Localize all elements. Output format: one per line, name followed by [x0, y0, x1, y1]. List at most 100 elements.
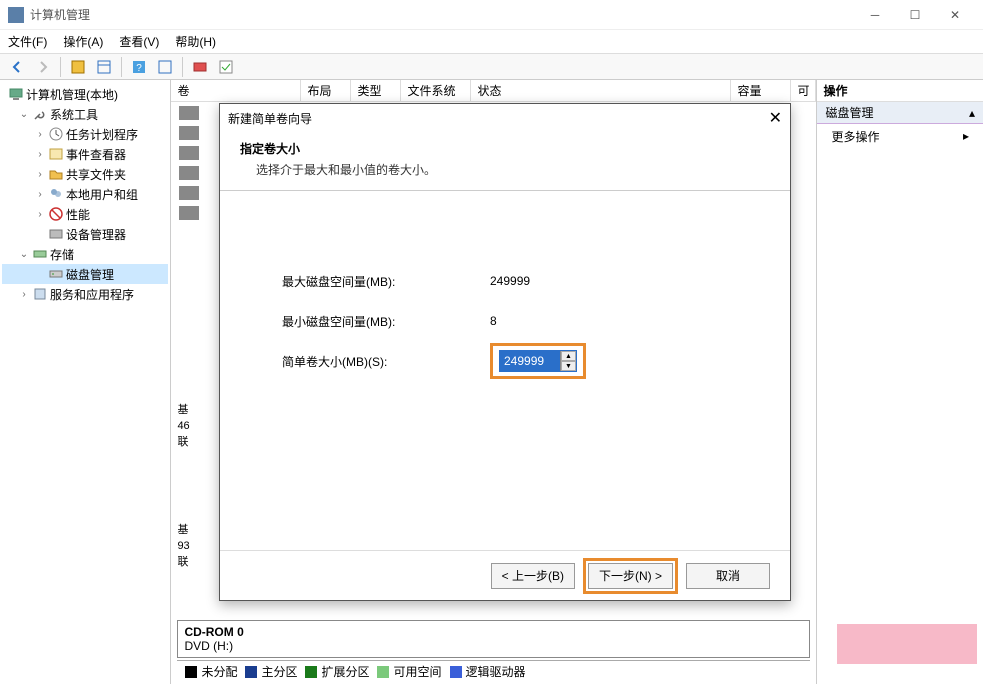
help-icon[interactable]: ? [128, 56, 150, 78]
disk-icon [48, 266, 64, 282]
performance-icon [48, 206, 64, 222]
list-item[interactable] [179, 166, 203, 180]
shared-folder-icon [48, 166, 64, 182]
svg-text:?: ? [136, 63, 142, 74]
col-layout[interactable]: 布局 [301, 80, 351, 101]
volume-size-spinner[interactable]: ▲ ▼ [499, 350, 577, 372]
tools-icon [32, 106, 48, 122]
list-item[interactable] [179, 126, 203, 140]
tool-icon-5[interactable] [215, 56, 237, 78]
services-icon [32, 286, 48, 302]
tree-task-scheduler[interactable]: ›任务计划程序 [2, 124, 168, 144]
new-volume-wizard: 新建简单卷向导 ✕ 指定卷大小 选择介于最大和最小值的卷大小。 最大磁盘空间量(… [219, 103, 791, 601]
device-icon [48, 226, 64, 242]
col-type[interactable]: 类型 [351, 80, 401, 101]
clock-icon [48, 126, 64, 142]
wizard-title: 新建简单卷向导 [228, 110, 312, 127]
maximize-button[interactable]: ☐ [895, 3, 935, 27]
tree-local-users[interactable]: ›本地用户和组 [2, 184, 168, 204]
menu-help[interactable]: 帮助(H) [175, 33, 216, 50]
collapse-icon[interactable]: ⌄ [18, 109, 30, 120]
next-button[interactable]: 下一步(N) > [588, 563, 673, 589]
users-icon [48, 186, 64, 202]
expand-icon[interactable]: › [34, 189, 46, 200]
computer-icon [8, 86, 24, 102]
collapse-icon[interactable]: ⌄ [18, 249, 30, 260]
min-space-value: 8 [490, 314, 610, 328]
menu-bar: 文件(F) 操作(A) 查看(V) 帮助(H) [0, 30, 983, 54]
tree-performance[interactable]: ›性能 [2, 204, 168, 224]
col-fs[interactable]: 文件系统 [401, 80, 471, 101]
menu-view[interactable]: 查看(V) [119, 33, 159, 50]
swatch-primary [245, 666, 257, 678]
list-item[interactable] [179, 186, 203, 200]
tree-event-viewer[interactable]: ›事件查看器 [2, 144, 168, 164]
expand-icon[interactable]: › [34, 129, 46, 140]
window-title: 计算机管理 [30, 6, 90, 23]
tool-icon-4[interactable] [189, 56, 211, 78]
list-item[interactable] [179, 206, 203, 220]
col-status[interactable]: 状态 [471, 80, 731, 101]
disk-panel-partial-2: 基 93 联 [177, 522, 189, 570]
spinner-up-button[interactable]: ▲ [561, 351, 576, 361]
spinner-down-button[interactable]: ▼ [561, 361, 576, 371]
event-icon [48, 146, 64, 162]
tool-icon-3[interactable] [154, 56, 176, 78]
highlight-frame: 下一步(N) > [583, 558, 678, 594]
tree-disk-management[interactable]: 磁盘管理 [2, 264, 168, 284]
menu-file[interactable]: 文件(F) [8, 33, 47, 50]
tree-system-tools[interactable]: ⌄系统工具 [2, 104, 168, 124]
volume-icon [179, 106, 199, 120]
max-space-label: 最大磁盘空间量(MB): [250, 273, 490, 290]
tool-icon-1[interactable] [67, 56, 89, 78]
swatch-extended [305, 666, 317, 678]
wizard-close-button[interactable]: ✕ [769, 108, 782, 128]
more-actions[interactable]: 更多操作 ▸ [817, 124, 983, 148]
menu-action[interactable]: 操作(A) [63, 33, 103, 50]
back-button[interactable] [6, 56, 28, 78]
storage-icon [32, 246, 48, 262]
collapse-arrow-icon: ▴ [969, 106, 975, 120]
actions-category[interactable]: 磁盘管理 ▴ [817, 102, 983, 124]
tool-icon-2[interactable] [93, 56, 115, 78]
expand-icon[interactable]: › [18, 289, 30, 300]
tree-device-manager[interactable]: 设备管理器 [2, 224, 168, 244]
disk-panel-partial-1: 基 46 联 [177, 402, 189, 450]
title-bar: 计算机管理 ─ ☐ ✕ [0, 0, 983, 30]
list-item[interactable] [179, 146, 203, 160]
volume-icon [179, 206, 199, 220]
list-item[interactable] [179, 106, 203, 120]
app-icon [8, 7, 24, 23]
volume-size-input[interactable] [500, 351, 560, 371]
volume-icon [179, 126, 199, 140]
tree-shared-folders[interactable]: ›共享文件夹 [2, 164, 168, 184]
cancel-button[interactable]: 取消 [686, 563, 770, 589]
wizard-heading: 指定卷大小 [240, 140, 770, 157]
expand-icon[interactable]: › [34, 149, 46, 160]
legend: 未分配 主分区 扩展分区 可用空间 逻辑驱动器 [177, 660, 810, 680]
volume-icon [179, 146, 199, 160]
nav-tree: 计算机管理(本地) ⌄系统工具 ›任务计划程序 ›事件查看器 ›共享文件夹 ›本… [0, 80, 171, 684]
col-free[interactable]: 可 [791, 80, 816, 101]
forward-button[interactable] [32, 56, 54, 78]
max-space-value: 249999 [490, 274, 610, 288]
cdrom-panel: CD-ROM 0 DVD (H:) [177, 620, 810, 658]
wizard-footer: < 上一步(B) 下一步(N) > 取消 [220, 550, 790, 600]
minimize-button[interactable]: ─ [855, 3, 895, 27]
cdrom-sub: DVD (H:) [184, 639, 233, 653]
swatch-free [377, 666, 389, 678]
wizard-header: 指定卷大小 选择介于最大和最小值的卷大小。 [220, 132, 790, 191]
volume-icon [179, 166, 199, 180]
highlight-frame: ▲ ▼ [490, 343, 586, 379]
close-button[interactable]: ✕ [935, 3, 975, 27]
tree-storage[interactable]: ⌄存储 [2, 244, 168, 264]
expand-icon[interactable]: › [34, 169, 46, 180]
actions-pane: 操作 磁盘管理 ▴ 更多操作 ▸ [817, 80, 983, 684]
tree-services-apps[interactable]: ›服务和应用程序 [2, 284, 168, 304]
expand-icon[interactable]: › [34, 209, 46, 220]
tree-root[interactable]: 计算机管理(本地) [2, 84, 168, 104]
col-capacity[interactable]: 容量 [731, 80, 791, 101]
col-volume[interactable]: 卷 [171, 80, 301, 101]
back-button[interactable]: < 上一步(B) [491, 563, 575, 589]
column-headers: 卷 布局 类型 文件系统 状态 容量 可 [171, 80, 816, 102]
